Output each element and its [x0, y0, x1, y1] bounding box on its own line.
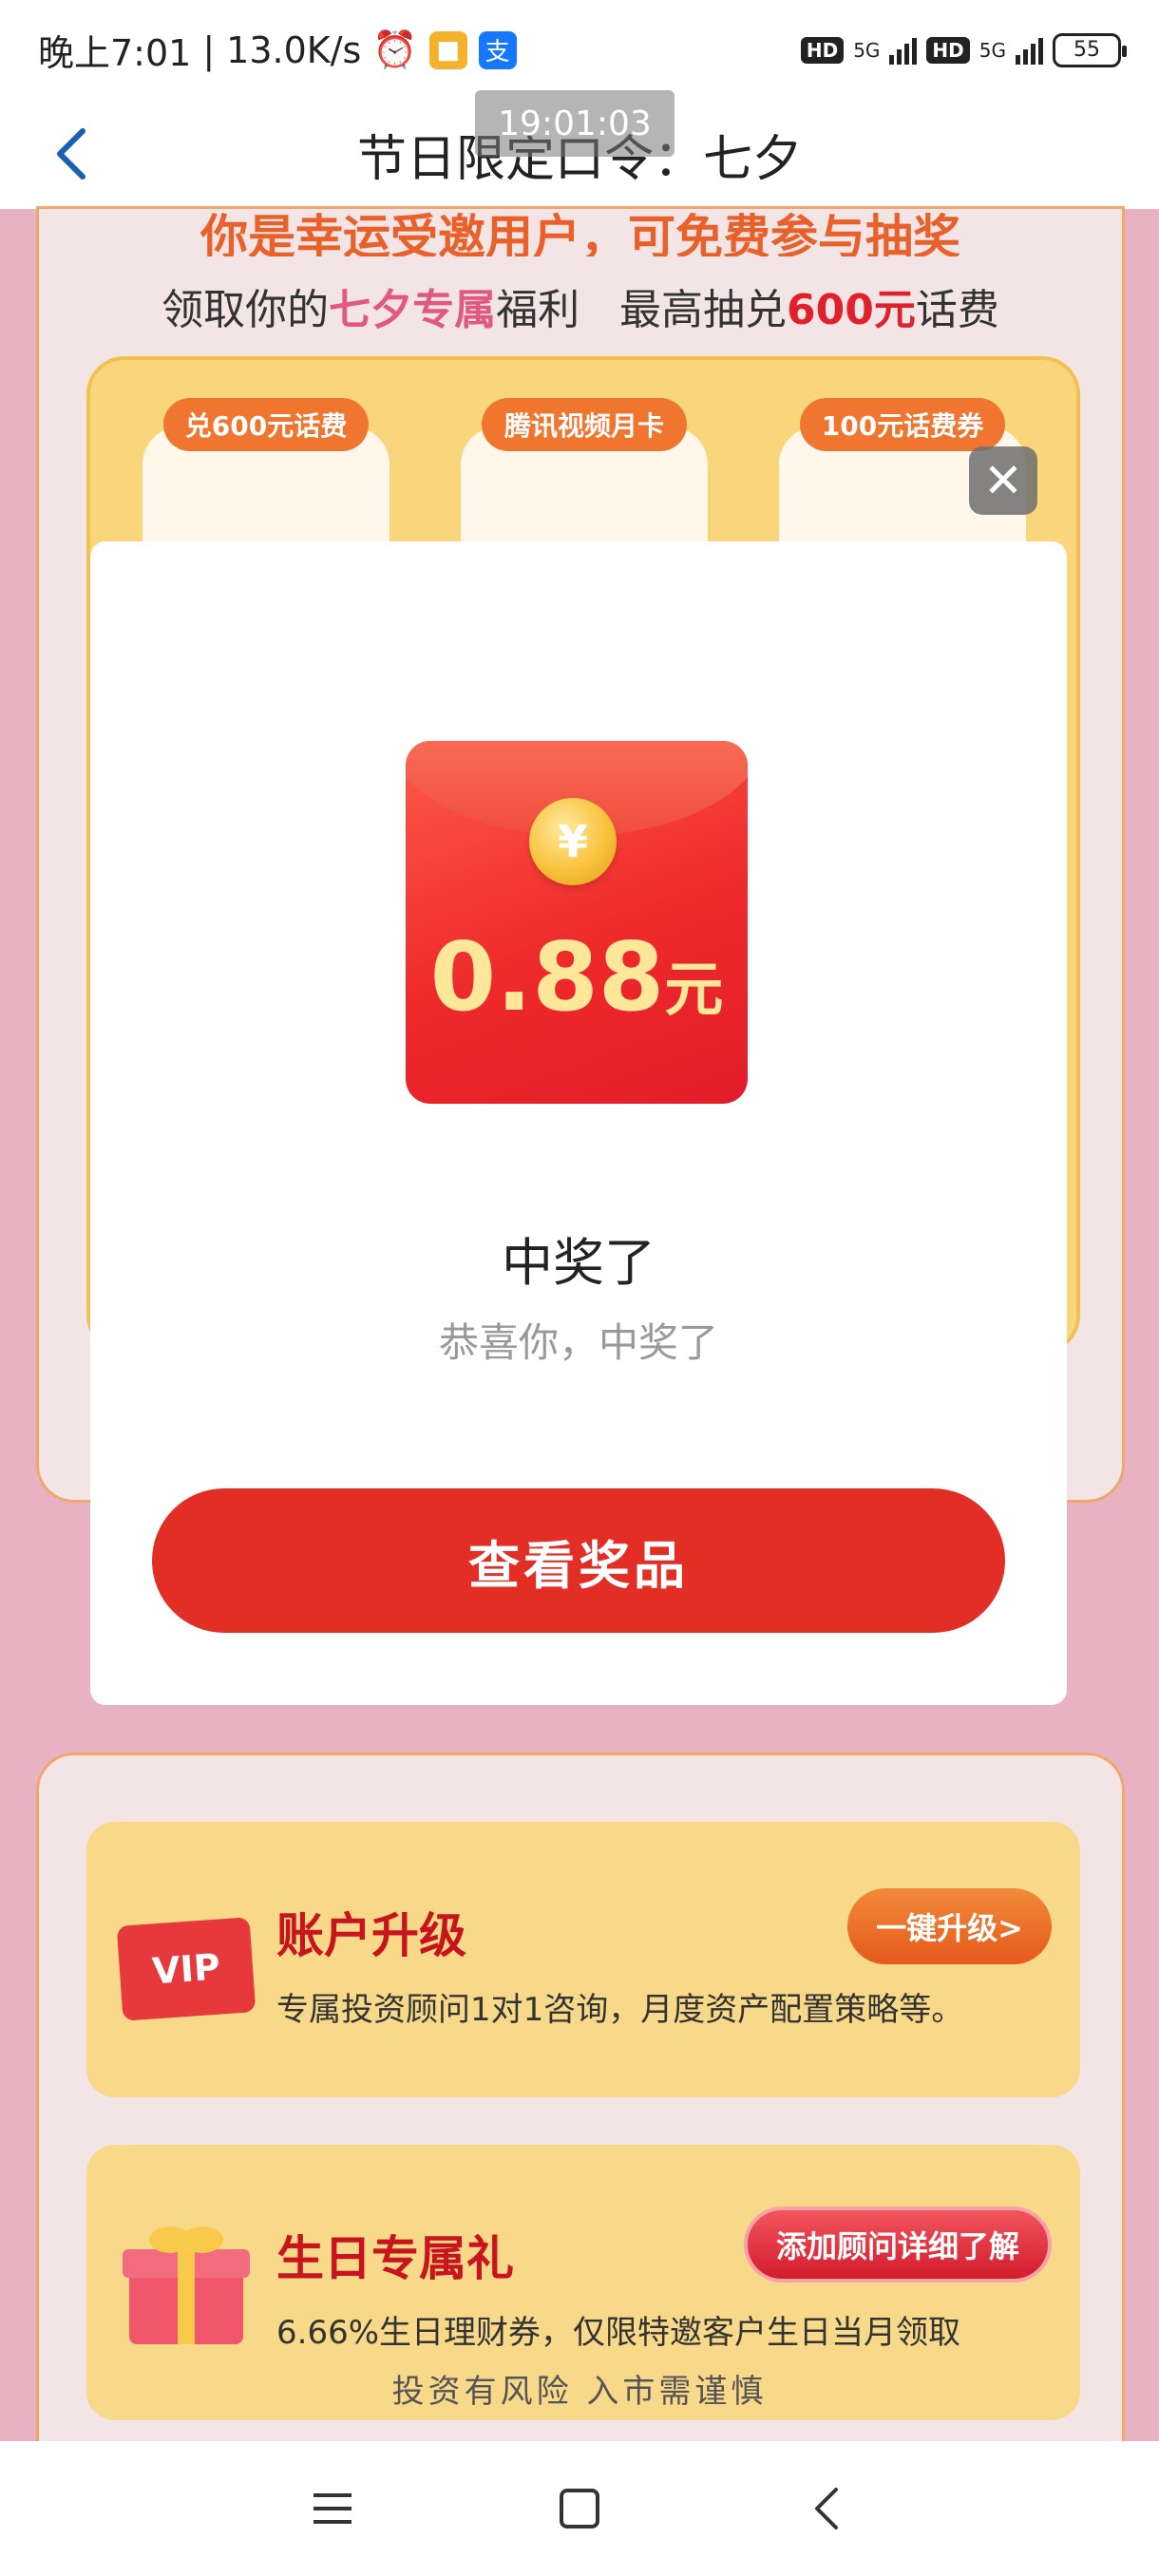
feature-desc: 6.66%生日理财券，仅限特邀客户生日当月领取	[276, 2314, 961, 2352]
upgrade-button[interactable]: 一键升级>	[847, 1888, 1052, 1964]
back-button[interactable]	[38, 121, 104, 187]
home-button[interactable]	[542, 2471, 618, 2547]
contact-advisor-button[interactable]: 添加顾问详细了解	[743, 2207, 1052, 2282]
prize-tag: 100元话费券	[800, 398, 1005, 451]
subline-prefix: 领取你的	[162, 286, 330, 334]
feature-title: 生日专属礼	[276, 2231, 514, 2286]
prize-amount-unit: 元	[664, 955, 724, 1024]
gift-box-icon	[123, 2226, 250, 2344]
prize-modal: ¥ 0.88元 中奖了 恭喜你，中奖了 查看奖品	[90, 541, 1067, 1705]
menu-icon	[314, 2493, 352, 2524]
lottery-subline: 领取你的七夕专属福利 最高抽兑600元话费	[39, 275, 1122, 336]
chevron-left-icon	[57, 128, 86, 180]
subline-amount: 600元	[787, 286, 916, 334]
risk-disclaimer: 投资有风险 入市需谨慎	[391, 2373, 768, 2411]
subline-highlight: 七夕专属	[329, 286, 497, 334]
red-envelope-image: ¥ 0.88元	[406, 741, 748, 1104]
close-icon: ✕	[983, 453, 1023, 508]
lottery-headline: 你是幸运受邀用户，可免费参与抽奖	[200, 210, 960, 256]
menu-button[interactable]	[294, 2471, 370, 2547]
modal-heading: 中奖了	[502, 1233, 656, 1293]
feature-desc: 专属投资顾问1对1咨询，月度资产配置策略等。	[276, 1991, 964, 2029]
alipay-icon: 支	[478, 30, 517, 69]
battery-icon: 55	[1053, 32, 1127, 67]
home-icon	[560, 2489, 599, 2529]
prize-amount-value: 0.88	[429, 921, 665, 1032]
prize-tag: 腾讯视频月卡	[482, 398, 687, 451]
status-separator: |	[202, 28, 216, 71]
subline-suffix: 话费	[915, 286, 999, 334]
view-prize-button[interactable]: 查看奖品	[152, 1488, 1005, 1633]
status-speed: 13.0K/s	[226, 28, 362, 71]
back-icon	[815, 2488, 838, 2529]
hd-badge: HD	[926, 36, 970, 64]
network-type: 5G	[978, 38, 1006, 62]
alarm-icon: ⏰	[372, 28, 418, 70]
prize-tag: 兑600元话费	[163, 398, 369, 451]
screenshot-timestamp: 19:01:03	[475, 90, 674, 157]
modal-subtext: 恭喜你，中奖了	[438, 1319, 718, 1366]
close-button[interactable]: ✕	[969, 446, 1037, 515]
signal-icon	[1016, 36, 1043, 65]
network-type: 5G	[853, 38, 881, 62]
subline-mid: 福利 最高抽兑	[496, 286, 788, 334]
feature-title: 账户升级	[276, 1908, 466, 1963]
system-nav-bar	[0, 2441, 1159, 2576]
system-back-button[interactable]	[788, 2471, 864, 2547]
feature-account-upgrade: VIP 账户升级 专属投资顾问1对1咨询，月度资产配置策略等。 一键升级>	[86, 1822, 1080, 2097]
status-time: 晚上7:01	[38, 32, 192, 74]
status-bar: 晚上7:01 | 13.0K/s ⏰ ■ 支 HD 5G HD 5G 55	[0, 0, 1159, 100]
hd-badge: HD	[800, 36, 845, 64]
notification-app-icon: ■	[428, 30, 467, 69]
signal-icon	[889, 36, 918, 65]
vip-badge: VIP	[116, 1917, 256, 2021]
coin-icon: ¥	[529, 798, 617, 885]
prize-amount: 0.88元	[406, 921, 748, 1032]
